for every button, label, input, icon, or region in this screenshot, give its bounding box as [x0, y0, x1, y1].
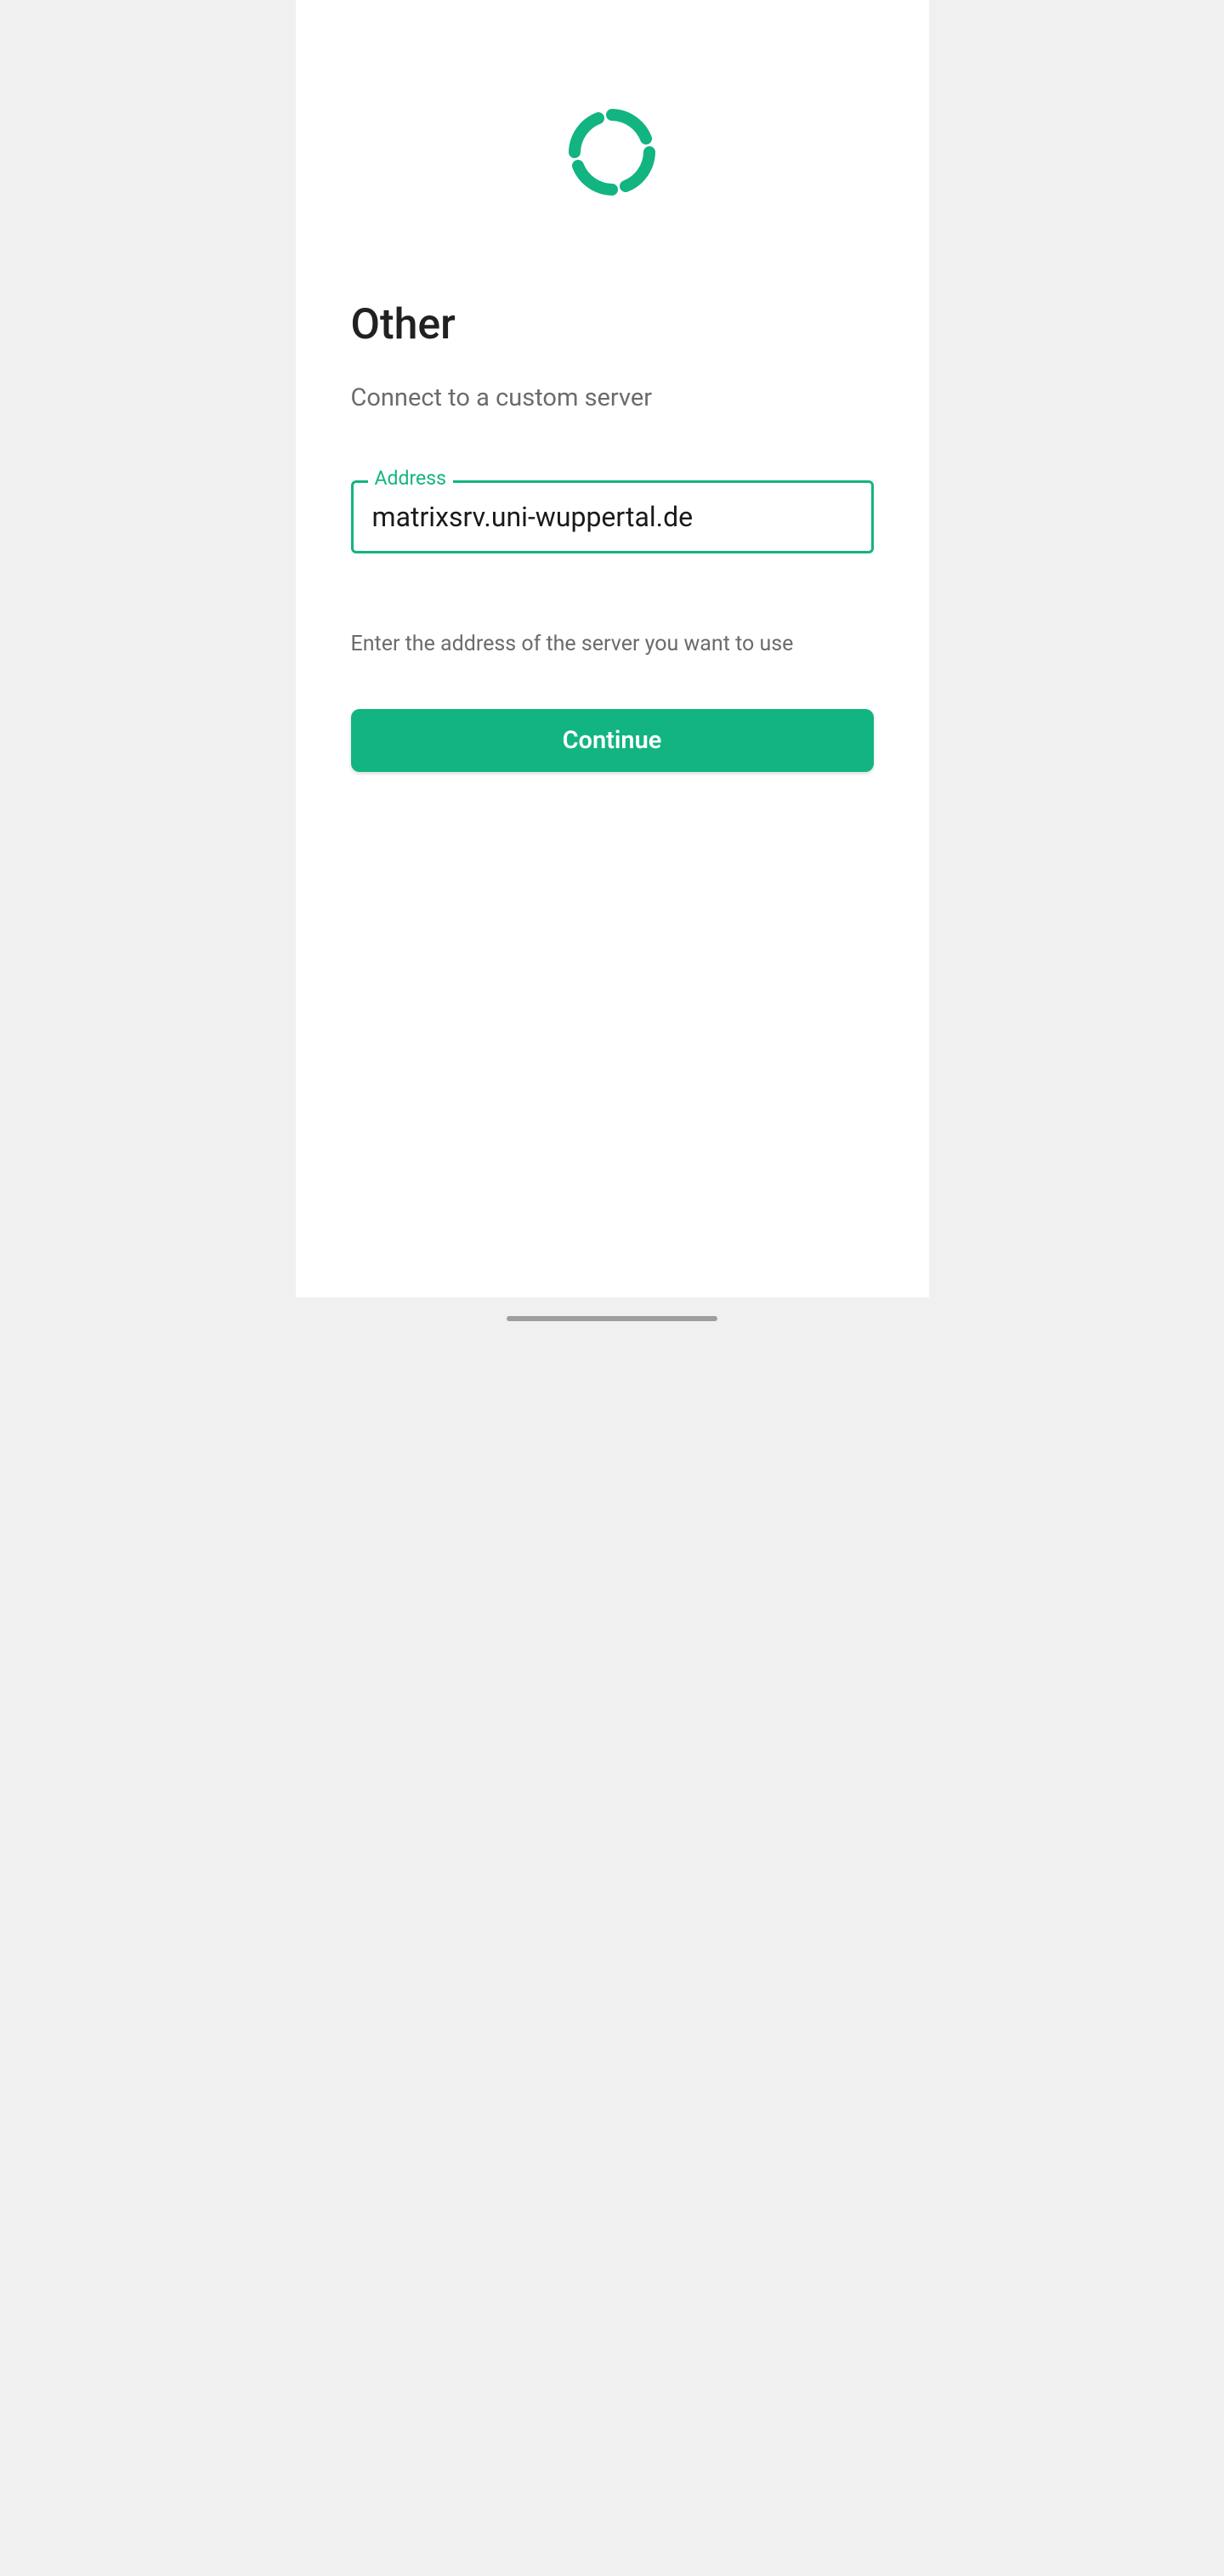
address-field-label: Address [368, 467, 453, 490]
logo-container [351, 106, 874, 198]
address-field-wrap: Address [351, 480, 874, 553]
system-nav-bar [296, 1297, 929, 1340]
helper-text: Enter the address of the server you want… [351, 632, 874, 656]
nav-handle[interactable] [507, 1316, 717, 1321]
page-subtitle: Connect to a custom server [351, 383, 874, 412]
address-input[interactable] [351, 480, 874, 553]
page-title: Other [351, 300, 874, 349]
continue-button[interactable]: Continue [351, 709, 874, 772]
content-area: Other Connect to a custom server Address… [296, 0, 929, 1297]
app-logo-icon [566, 106, 658, 198]
screen: Other Connect to a custom server Address… [296, 0, 929, 1340]
